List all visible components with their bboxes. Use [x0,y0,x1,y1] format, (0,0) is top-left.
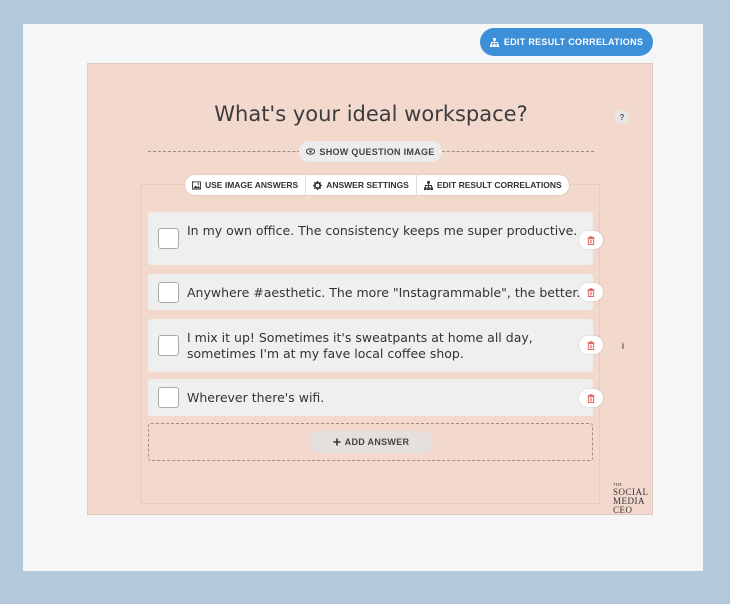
answer-item[interactable]: Anywhere #aesthetic. The more "Instagram… [148,274,593,310]
answer-checkbox[interactable] [158,387,179,408]
question-title[interactable]: What's your ideal workspace? [88,102,654,126]
delete-answer-button[interactable] [579,283,603,301]
show-question-image-label: SHOW QUESTION IMAGE [319,146,435,157]
answer-settings-label: ANSWER SETTINGS [326,180,409,190]
brand-logo: THE SOCIAL MEDIA CEO [613,482,649,515]
use-image-answers-button[interactable]: USE IMAGE ANSWERS [185,175,305,195]
answer-checkbox[interactable] [158,228,179,249]
edit-result-correlations-button[interactable]: EDIT RESULT CORRELATIONS [480,28,653,56]
gear-icon [313,180,323,190]
add-answer-label: ADD ANSWER [344,437,410,447]
delete-answer-button[interactable] [579,336,603,354]
trash-icon [587,393,595,403]
answer-text[interactable]: Anywhere #aesthetic. The more "Instagram… [187,285,585,301]
logo-line: CEO [613,505,633,515]
info-icon[interactable]: i [618,341,628,351]
delete-answer-button[interactable] [579,389,603,407]
edit-result-correlations-label: EDIT RESULT CORRELATIONS [503,37,644,47]
image-icon [192,180,201,190]
answer-checkbox[interactable] [158,335,179,356]
add-answer-button[interactable]: ADD ANSWER [309,431,433,453]
show-question-image-button[interactable]: SHOW QUESTION IMAGE [299,141,442,162]
answer-toolbar: USE IMAGE ANSWERS ANSWER SETTINGS EDIT R… [185,175,569,195]
trash-icon [587,287,595,297]
question-panel: What's your ideal workspace? ? SHOW QUES… [87,63,653,515]
answer-item[interactable]: I mix it up! Sometimes it's sweatpants a… [148,319,593,372]
answer-item[interactable]: Wherever there's wifi. [148,379,593,416]
use-image-answers-label: USE IMAGE ANSWERS [205,180,299,190]
sitemap-icon [489,37,499,47]
sitemap-icon [423,180,433,190]
toolbar-edit-correlations-label: EDIT RESULT CORRELATIONS [436,180,562,190]
help-icon[interactable]: ? [615,110,629,124]
answer-item[interactable]: In my own office. The consistency keeps … [148,212,593,265]
trash-icon [587,340,595,350]
delete-answer-button[interactable] [579,231,603,249]
answer-text[interactable]: In my own office. The consistency keeps … [187,223,585,239]
eye-icon [306,148,316,155]
toolbar-edit-correlations-button[interactable]: EDIT RESULT CORRELATIONS [415,175,569,195]
answer-checkbox[interactable] [158,282,179,303]
plus-icon [333,438,341,446]
trash-icon [587,235,595,245]
answer-text[interactable]: I mix it up! Sometimes it's sweatpants a… [187,330,585,362]
answer-text[interactable]: Wherever there's wifi. [187,390,585,406]
answer-settings-button[interactable]: ANSWER SETTINGS [305,175,416,195]
